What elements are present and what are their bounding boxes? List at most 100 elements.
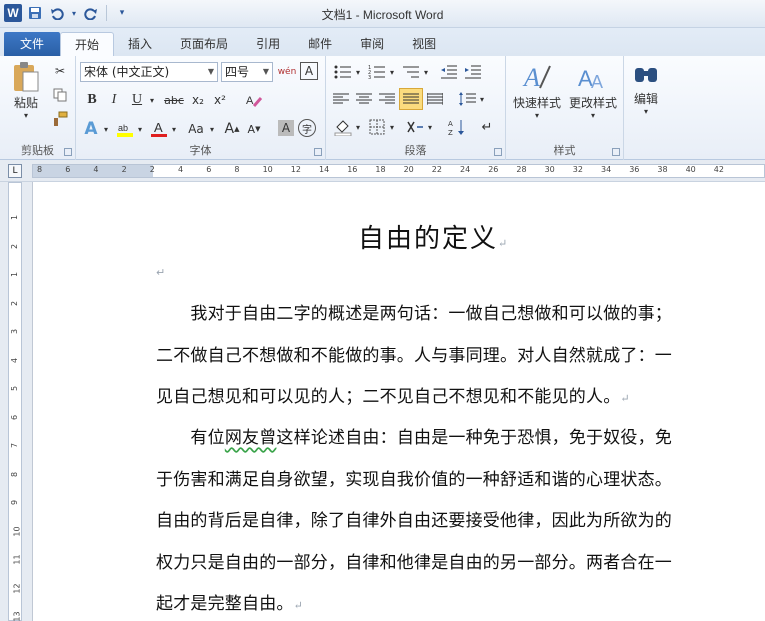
chinese-layout-dropdown-icon[interactable]: ▾ [426,116,434,138]
borders-dropdown-icon[interactable]: ▾ [388,116,396,138]
shrink-font-button[interactable]: A ▼ [244,118,264,140]
paragraph-launcher-icon[interactable] [494,148,502,156]
ruler-number: 3 [10,328,20,335]
change-case-dropdown-icon[interactable]: ▾ [208,118,216,140]
ruler-number: 4 [178,165,184,174]
paste-button[interactable]: 粘贴 ▾ [8,60,44,120]
tab-selector[interactable]: L [8,164,22,178]
paragraph-2-line-3: 自由的背后是自律，除了自律外自由还要接受他律，因此为所欲为的 [156,511,672,531]
character-border-button[interactable]: A [300,62,318,80]
ruler-number: 8 [37,165,43,174]
window-title: 文档1 - Microsoft Word [321,8,444,22]
font-size-combo[interactable]: 四号 ▼ [221,62,273,82]
align-center-icon[interactable] [353,89,375,109]
ruler-number: 32 [572,165,583,174]
document-title: 自由的定义↵ [358,224,510,254]
enclose-characters-button[interactable]: 字 [298,119,316,137]
character-shading-button[interactable]: A [278,120,294,136]
document-page[interactable]: 自由的定义↵ ↵ 我对于自由二字的概述是两句话：一做自己想做和可以做的事； 二不… [32,182,765,621]
ruler-number: 22 [431,165,442,174]
superscript-button[interactable]: x² [210,90,230,110]
numbering-dropdown-icon[interactable]: ▾ [388,62,396,82]
chinese-layout-icon[interactable] [404,116,426,138]
ruler-number: 38 [657,165,668,174]
ruler-number: 2 [10,243,20,249]
font-launcher-icon[interactable] [314,148,322,156]
ruler-number: 16 [347,165,358,174]
line-spacing-icon[interactable] [456,89,478,109]
ribbon: 粘贴 ▾ ✂ 剪贴板 宋体 (中文正文) ▼ 四号 ▼ wén A B I U … [0,56,765,160]
chevron-down-icon: ▼ [207,67,214,76]
ruler-number: 2 [121,165,127,174]
grow-font-button[interactable]: A ▲ [222,118,242,140]
underline-dropdown-icon[interactable]: ▾ [148,90,156,110]
shading-icon[interactable] [332,116,354,138]
strikethrough-button[interactable]: abc [162,90,186,110]
styles-launcher-icon[interactable] [612,148,620,156]
font-color-dropdown-icon[interactable]: ▾ [170,118,178,140]
empty-paragraph-mark: ↵ [156,266,166,279]
format-painter-icon[interactable] [50,110,70,128]
justify-icon[interactable] [399,88,423,110]
change-styles-button[interactable]: AA 更改样式 ▾ [566,60,620,120]
shading-dropdown-icon[interactable]: ▾ [354,116,362,138]
paragraph-1-line-3: 见自己想见和可以见的人；二不见自己不想见和不能见的人。↵ [156,387,630,407]
tab-mailings[interactable]: 邮件 [294,32,346,56]
line-spacing-dropdown-icon[interactable]: ▾ [478,89,486,109]
paragraph-mark: ↵ [293,599,304,612]
bullets-dropdown-icon[interactable]: ▾ [354,62,362,82]
clear-formatting-icon[interactable]: A [244,90,264,110]
font-name-value: 宋体 (中文正文) [84,65,170,79]
paragraph-1-line-1: 我对于自由二字的概述是两句话：一做自己想做和可以做的事； [156,304,672,324]
show-marks-icon[interactable]: ↵ [476,116,498,138]
svg-text:A: A [246,95,254,107]
paragraph-1: 我对于自由二字的概述是两句话：一做自己想做和可以做的事； 二不做自己不想做和不能… [156,294,711,420]
cut-icon[interactable]: ✂ [50,62,70,80]
tab-references[interactable]: 引用 [242,32,294,56]
tab-home[interactable]: 开始 [60,32,115,56]
borders-icon[interactable] [366,116,388,138]
copy-icon[interactable] [50,86,70,104]
multilevel-dropdown-icon[interactable]: ▾ [422,62,430,82]
paste-dropdown-icon[interactable]: ▾ [24,111,28,120]
italic-button[interactable]: I [104,90,124,110]
phonetic-guide-button[interactable]: wén [277,62,297,82]
bullets-icon[interactable] [332,62,354,82]
tab-view[interactable]: 视图 [398,32,450,56]
tab-review[interactable]: 审阅 [346,32,398,56]
highlight-dropdown-icon[interactable]: ▾ [136,118,144,140]
underline-button[interactable]: U [126,90,148,110]
distributed-icon[interactable] [424,89,446,109]
align-right-icon[interactable] [376,89,398,109]
ruler-number: 6 [65,165,71,174]
font-color-icon[interactable]: A [148,118,170,140]
horizontal-ruler[interactable]: L 8 6 4 2 2 4 6 8 10 12 14 16 18 20 22 24 26 28 30 32 34 36 38… [0,160,765,182]
text-effects-dropdown-icon[interactable]: ▾ [102,118,110,140]
tab-page-layout[interactable]: 页面布局 [166,32,242,56]
quick-styles-button[interactable]: A 快速样式 ▾ [510,60,564,120]
ribbon-tabs: 文件 开始 插入 页面布局 引用 邮件 审阅 视图 [0,28,765,56]
decrease-indent-icon[interactable] [438,62,460,82]
highlight-icon[interactable]: ab [114,118,136,140]
change-case-button[interactable]: Aa [184,118,208,140]
tab-file[interactable]: 文件 [4,32,61,56]
ruler-strip: 8 6 4 2 2 4 6 8 10 12 14 16 18 20 22 24 26 28 30 32 34 36 38 40… [32,164,765,178]
increase-indent-icon[interactable] [462,62,484,82]
tab-insert[interactable]: 插入 [114,32,166,56]
bold-button[interactable]: B [82,90,102,110]
ruler-number: 5 [10,385,20,392]
sort-icon[interactable]: AZ [446,116,468,138]
svg-text:A: A [522,63,540,92]
subscript-button[interactable]: x₂ [188,90,208,110]
numbering-icon[interactable]: 123 [366,62,388,82]
editing-button[interactable]: 编辑 ▾ [626,60,666,116]
multilevel-list-icon[interactable] [400,62,422,82]
font-name-combo[interactable]: 宋体 (中文正文) ▼ [80,62,218,82]
styles-group-label: 样式 [553,144,576,157]
text-effects-icon[interactable]: A [80,118,102,140]
quick-styles-icon: A [522,63,551,92]
change-styles-icon: AA [578,66,603,92]
align-left-icon[interactable] [330,89,352,109]
clipboard-launcher-icon[interactable] [64,148,72,156]
vertical-ruler[interactable]: 1 2 1 2 3 4 5 6 7 8 9 10 11 12 13 [0,182,32,621]
